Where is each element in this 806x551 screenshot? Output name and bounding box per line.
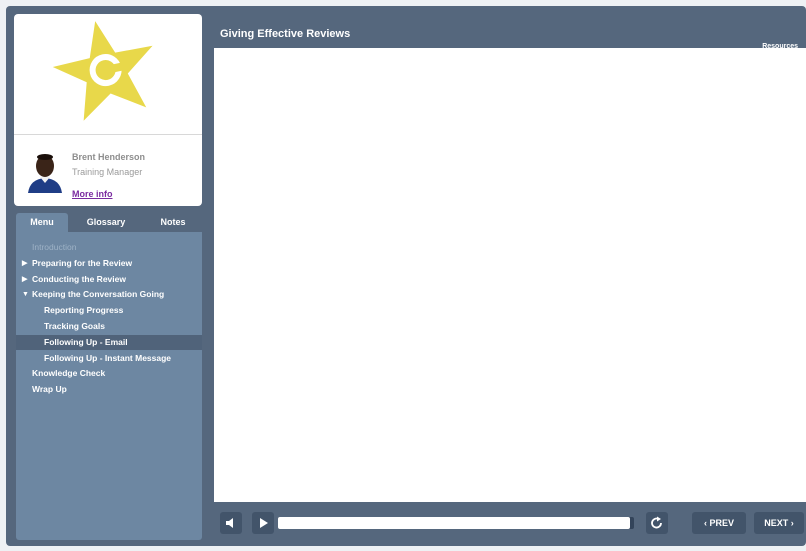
progress-bar[interactable] (278, 517, 634, 529)
presenter-name: Brent Henderson (72, 152, 146, 162)
menu-item[interactable]: ▼ Keeping the Conversation Going (16, 287, 202, 302)
presenter-card: Brent Henderson Training Manager More in… (14, 14, 202, 206)
menu-item-label: Following Up - Email (44, 336, 128, 347)
menu-panel: Introduction ▶ Preparing for the Review ▶ Co… (16, 232, 202, 540)
page-title: Giving Effective Reviews (220, 28, 351, 40)
menu-item-label: Introduction (32, 242, 77, 252)
menu-item-label: Knowledge Check (32, 368, 106, 379)
slide-area (214, 48, 806, 502)
menu-item[interactable]: Knowledge Check (16, 366, 202, 381)
chevron-down-icon[interactable]: ▼ (22, 287, 29, 302)
sidebar: Brent Henderson Training Manager More in… (12, 12, 206, 540)
replay-button[interactable] (646, 512, 668, 534)
menu-item-label: Following Up - Instant Message (44, 352, 172, 363)
volume-button[interactable] (220, 512, 242, 534)
tab-glossary[interactable]: Glossary (72, 213, 140, 232)
volume-icon (226, 518, 233, 528)
tab-notes[interactable]: Notes (144, 213, 202, 232)
presenter-divider (14, 134, 202, 135)
menu-item[interactable]: ▶ Preparing for the Review (16, 256, 202, 271)
course-player: Brent Henderson Training Manager More in… (6, 6, 806, 546)
sidebar-tabs: Menu Glossary Notes (16, 213, 202, 232)
menu-item[interactable]: ▶ Conducting the Review (16, 272, 202, 287)
menu-item[interactable]: Wrap Up (16, 382, 202, 397)
presenter-title: Training Manager (72, 167, 143, 177)
menu-item-label: Reporting Progress (44, 305, 124, 316)
menu-item-label: Conducting the Review (32, 273, 126, 284)
chevron-right-icon[interactable]: ▶ (22, 272, 27, 287)
next-button[interactable]: NEXT › (754, 512, 804, 534)
avatar (26, 149, 64, 193)
chevron-right-icon[interactable]: ▶ (22, 256, 27, 271)
playback-controls: ‹ PREV NEXT › (214, 510, 806, 540)
more-info-link[interactable]: More info (72, 189, 113, 199)
replay-icon (651, 516, 662, 529)
menu-item-label: Wrap Up (32, 384, 67, 395)
menu-item: Introduction (16, 240, 202, 255)
play-button[interactable] (252, 512, 274, 534)
star-logo-icon (52, 21, 153, 121)
play-icon (260, 518, 268, 528)
menu-item-label: Preparing for the Review (32, 257, 133, 268)
menu-item[interactable]: Reporting Progress (16, 303, 202, 318)
logo-area (14, 14, 202, 134)
progress-fill (278, 517, 631, 529)
menu-item[interactable]: Tracking Goals (16, 319, 202, 334)
tab-menu[interactable]: Menu (16, 213, 68, 232)
menu-item-label: Keeping the Conversation Going (32, 289, 165, 300)
menu-item[interactable]: Following Up - Email (16, 334, 202, 350)
menu-item[interactable]: Following Up - Instant Message (16, 351, 202, 366)
menu-item-label: Tracking Goals (44, 321, 105, 331)
prev-button[interactable]: ‹ PREV (692, 512, 746, 534)
